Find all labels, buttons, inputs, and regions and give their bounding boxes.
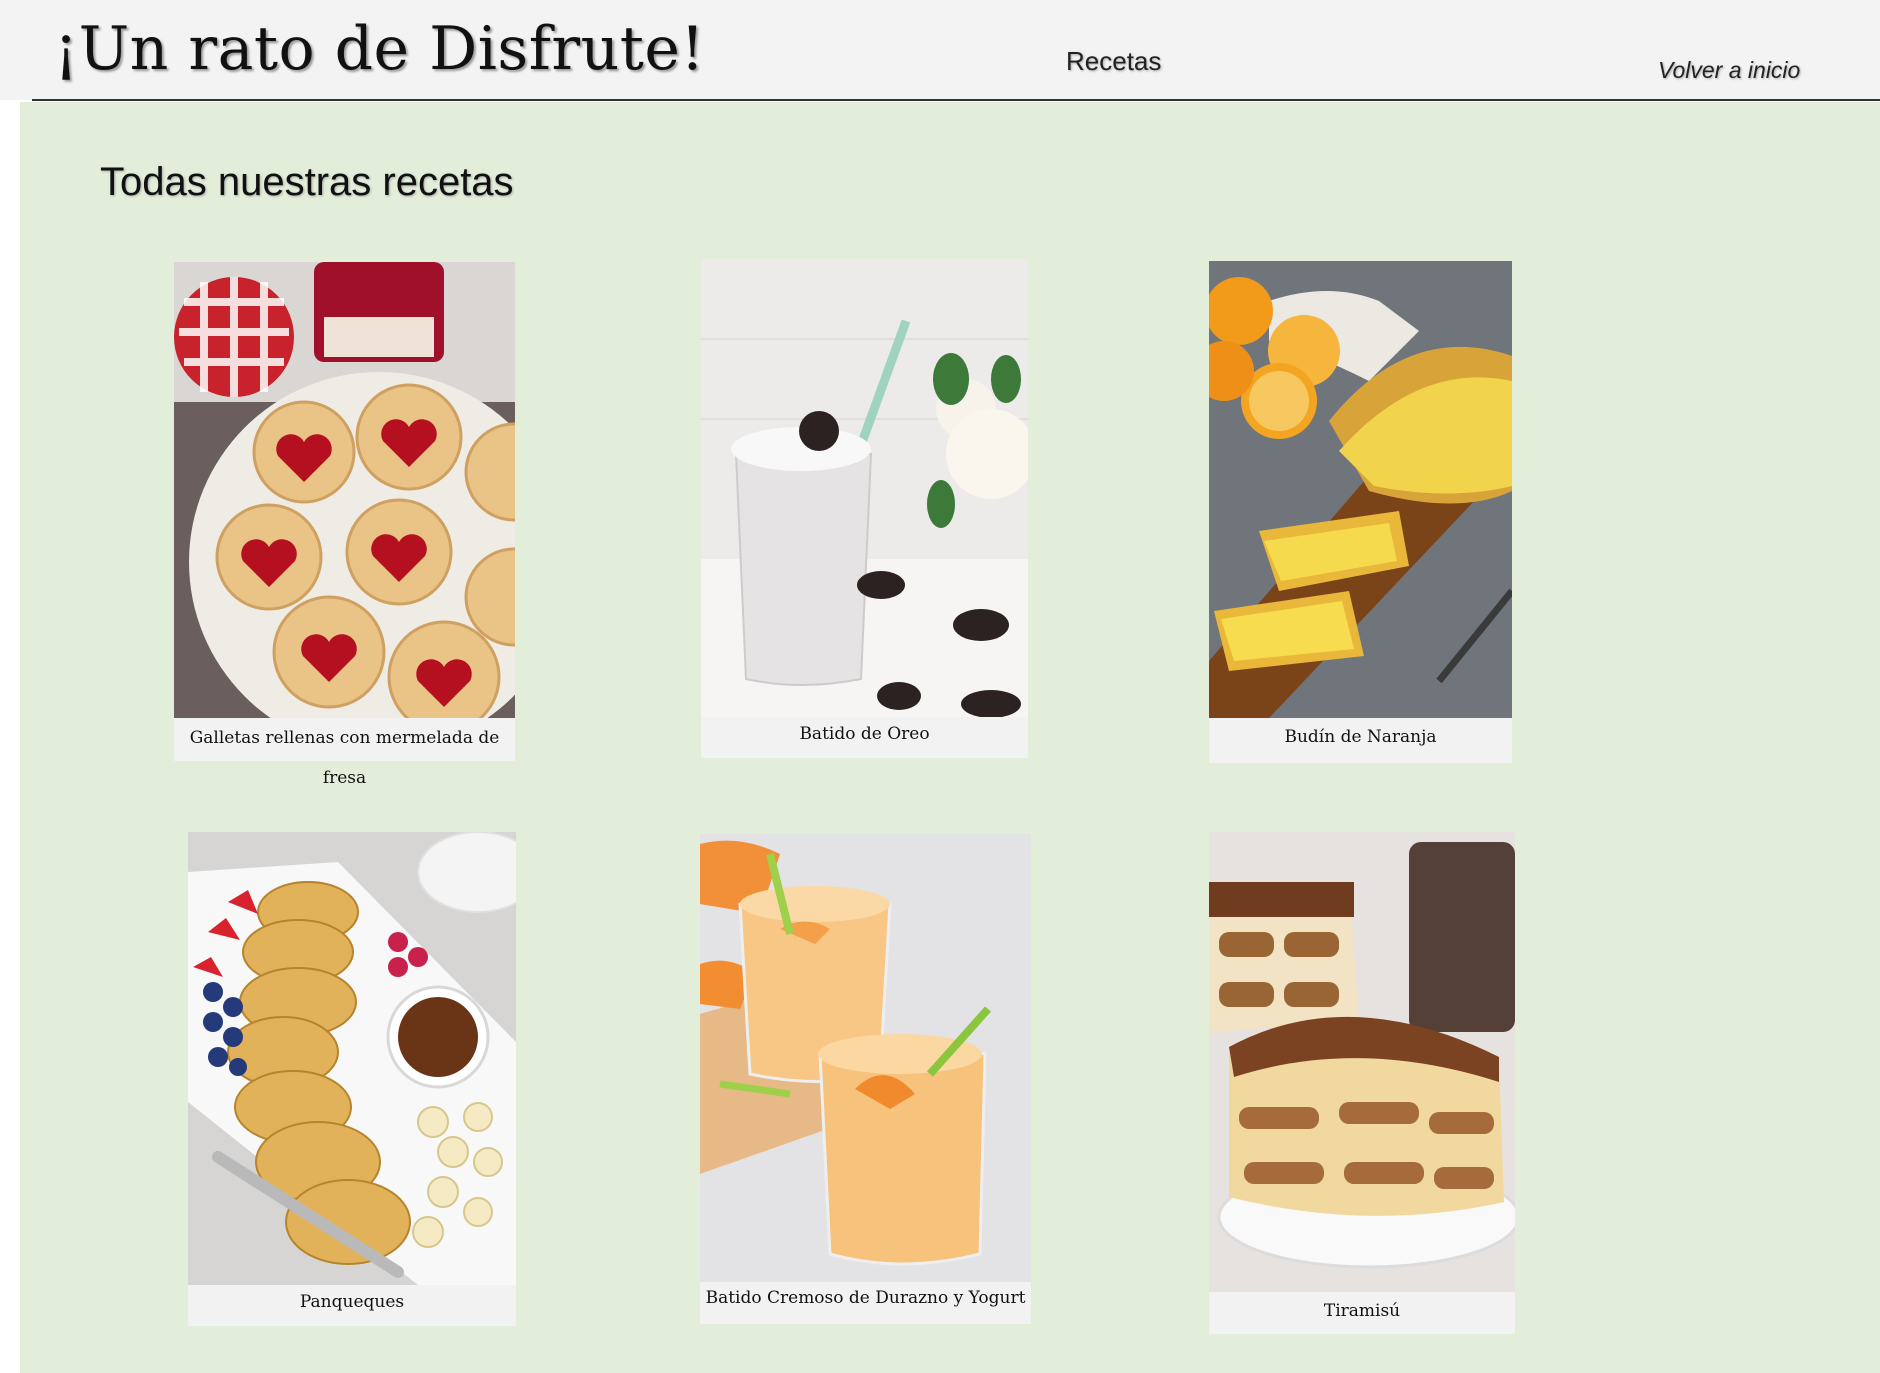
recipe-card-title: Batido Cremoso de Durazno y Yogurt xyxy=(705,1288,1026,1308)
recipe-card-title: Galletas rellenas con mermelada de fresa xyxy=(189,728,500,788)
page-title: Todas nuestras recetas xyxy=(100,160,514,204)
recipe-card-title: Budín de Naranja xyxy=(1284,727,1437,747)
tiramisu-photo xyxy=(1209,832,1515,1292)
recipe-card-title: Batido de Oreo xyxy=(799,724,930,744)
recipe-card-title: Tiramisú xyxy=(1323,1301,1401,1321)
header-divider xyxy=(32,99,1880,101)
oreo-milkshake-photo xyxy=(701,259,1028,717)
site-title: ¡Un rato de Disfrute! xyxy=(54,14,705,84)
nav-link-recetas[interactable]: Recetas xyxy=(1066,46,1161,77)
recipe-card-budin-naranja[interactable]: Budín de Naranja xyxy=(1209,261,1512,763)
recipe-card-tiramisu[interactable]: Tiramisú xyxy=(1209,832,1515,1334)
peach-yogurt-smoothie-photo xyxy=(700,834,1031,1282)
pancake-platter-photo xyxy=(188,832,516,1285)
heart-jam-cookies-photo xyxy=(174,262,515,718)
recipe-card-galletas[interactable]: Galletas rellenas con mermelada de fresa xyxy=(174,262,515,788)
top-bar: ¡Un rato de Disfrute! Recetas Volver a i… xyxy=(0,0,1880,100)
recipe-card-title: Panqueques xyxy=(299,1292,405,1312)
nav-link-home[interactable]: Volver a inicio xyxy=(1658,57,1800,84)
recipe-card-batido-durazno[interactable]: Batido Cremoso de Durazno y Yogurt xyxy=(700,834,1031,1324)
recipe-card-batido-oreo[interactable]: Batido de Oreo xyxy=(701,259,1028,758)
orange-loaf-cake-photo xyxy=(1209,261,1512,718)
recipe-card-panqueques[interactable]: Panqueques xyxy=(188,832,516,1326)
